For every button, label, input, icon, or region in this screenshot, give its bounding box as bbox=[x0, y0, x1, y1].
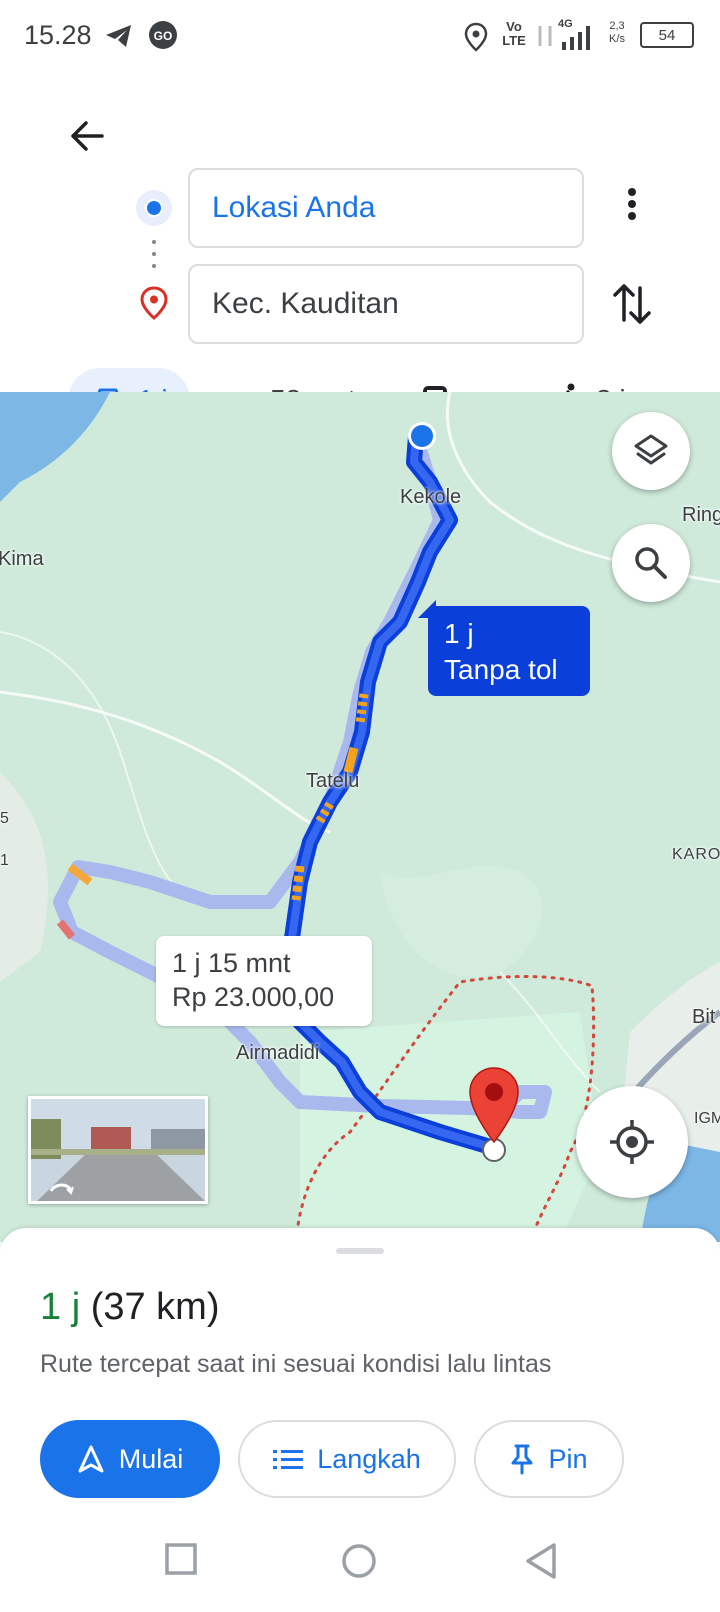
route-main-note: Tanpa tol bbox=[444, 654, 558, 685]
route-label-main[interactable]: 1 j Tanpa tol bbox=[418, 600, 590, 696]
route-connector bbox=[152, 240, 156, 276]
speed-unit: K/s bbox=[609, 33, 625, 45]
back-nav-icon[interactable] bbox=[524, 1542, 558, 1580]
recents-icon[interactable] bbox=[164, 1542, 198, 1576]
signal-icon bbox=[562, 26, 590, 50]
map-view[interactable]: Kekole Kima Ring Tatelu KARO Airmadidi B… bbox=[0, 392, 720, 1242]
route-alt-duration: 1 j 15 mnt bbox=[172, 948, 291, 978]
pin-label: Pin bbox=[548, 1443, 588, 1474]
map-label-airmadidi: Airmadidi bbox=[236, 1042, 320, 1064]
svg-text:GO: GO bbox=[154, 29, 173, 43]
crosshair-icon bbox=[610, 1120, 654, 1164]
search-icon bbox=[635, 547, 667, 579]
battery-level: 54 bbox=[658, 26, 676, 44]
route-label-alternate[interactable]: 1 j 15 mnt Rp 23.000,00 bbox=[156, 936, 372, 1026]
navigation-arrow-icon bbox=[78, 1445, 104, 1473]
data-arrows-icon bbox=[538, 26, 552, 46]
route-description: Rute tercepat saat ini sesuai kondisi la… bbox=[40, 1350, 552, 1378]
speed-value: 2,3 bbox=[609, 20, 625, 32]
status-bar: 15.28 GO Vo LTE 4G 2,3 K/s 54 bbox=[0, 0, 720, 72]
steps-button[interactable]: Langkah bbox=[238, 1420, 456, 1498]
steps-label: Langkah bbox=[317, 1443, 421, 1474]
layers-button[interactable] bbox=[612, 412, 690, 490]
map-label-tatelu: Tatelu bbox=[306, 770, 360, 792]
my-location-button[interactable] bbox=[576, 1086, 688, 1198]
map-label-bit: Bit bbox=[692, 1006, 716, 1028]
map-label-ring: Ring bbox=[682, 504, 720, 526]
street-view-thumbnail[interactable] bbox=[28, 1096, 208, 1204]
drag-handle[interactable] bbox=[336, 1248, 384, 1254]
map-label-kekole: Kekole bbox=[400, 486, 462, 508]
street-view-image bbox=[31, 1099, 205, 1201]
origin-input[interactable]: Lokasi Anda bbox=[188, 168, 584, 248]
route-alt-toll: Rp 23.000,00 bbox=[172, 982, 335, 1012]
telegram-icon bbox=[106, 25, 131, 47]
back-arrow-icon[interactable] bbox=[66, 114, 110, 158]
route-distance: (37 km) bbox=[90, 1286, 220, 1328]
gojek-icon: GO bbox=[149, 21, 177, 49]
map-label-karo: KARO bbox=[672, 846, 720, 863]
swap-icon[interactable] bbox=[610, 280, 654, 328]
pushpin-icon bbox=[511, 1444, 533, 1475]
destination-pin-icon bbox=[140, 286, 168, 320]
map-label-igm: IGM bbox=[694, 1110, 720, 1127]
origin-dot-icon bbox=[136, 190, 172, 226]
route-summary: 1 j (37 km) bbox=[40, 1286, 220, 1329]
route-duration: 1 j bbox=[40, 1286, 81, 1328]
home-icon[interactable] bbox=[340, 1542, 378, 1580]
directions-header: Lokasi Anda Kec. Kauditan 1 j 58 mnt bbox=[0, 72, 720, 432]
speed-indicator: 2,3 K/s bbox=[604, 20, 630, 46]
location-icon bbox=[464, 22, 488, 52]
layers-icon bbox=[634, 434, 668, 465]
map-label-kima: Kima bbox=[0, 548, 44, 570]
status-time: 15.28 bbox=[24, 20, 92, 50]
system-nav-bar bbox=[0, 1510, 720, 1612]
map-label-5: 5 bbox=[0, 810, 9, 827]
destination-input[interactable]: Kec. Kauditan bbox=[188, 264, 584, 344]
start-button[interactable]: Mulai bbox=[40, 1420, 220, 1498]
route-main-duration: 1 j bbox=[444, 618, 474, 649]
list-icon bbox=[273, 1450, 304, 1469]
start-label: Mulai bbox=[118, 1443, 184, 1474]
map-search-button[interactable] bbox=[612, 524, 690, 602]
more-options-icon[interactable] bbox=[612, 184, 652, 224]
battery-icon: 54 bbox=[640, 22, 694, 48]
map-label-1: 1 bbox=[0, 852, 9, 869]
volte-indicator: Vo LTE bbox=[502, 19, 526, 48]
pin-button[interactable]: Pin bbox=[474, 1420, 624, 1498]
